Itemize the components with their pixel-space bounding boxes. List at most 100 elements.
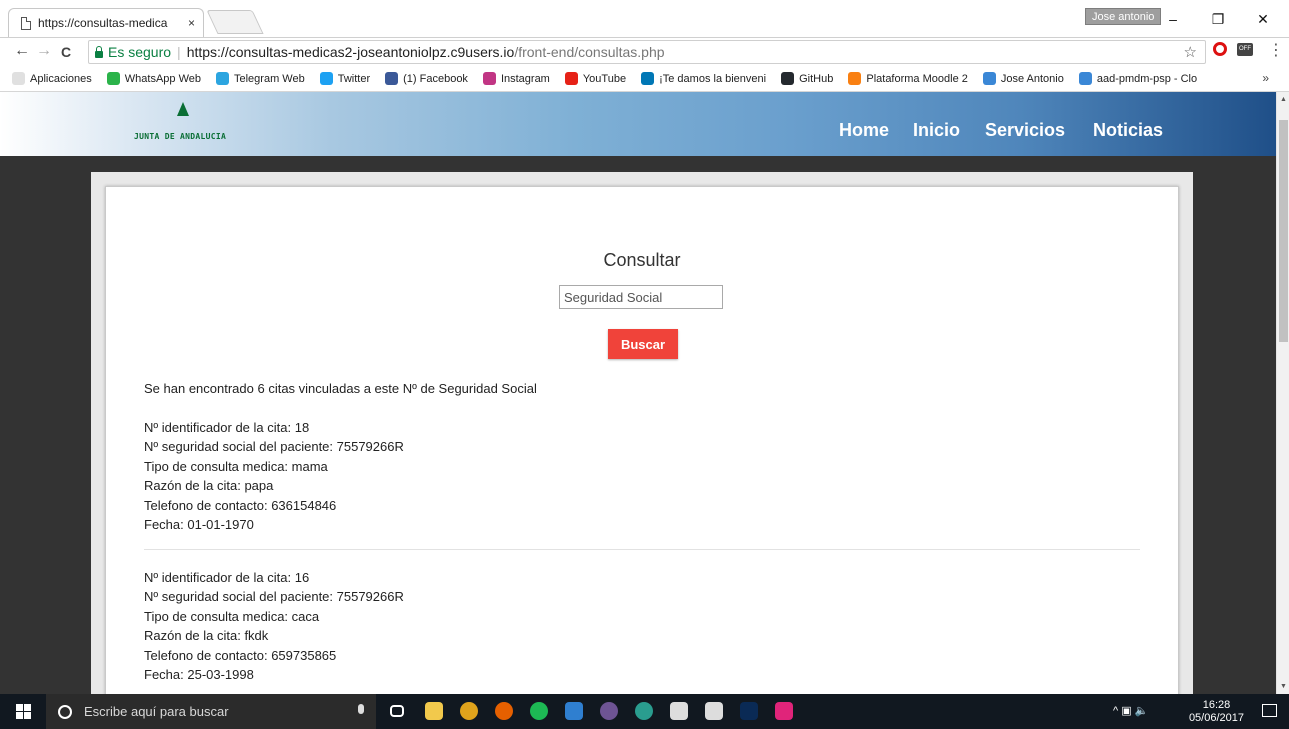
page-scrollbar[interactable]: ▲ ▼ — [1276, 92, 1289, 694]
bookmark-label: GitHub — [799, 72, 834, 85]
cita-fecha: Fecha: 25-03-1998 — [144, 667, 254, 682]
bookmark-item[interactable]: Aplicaciones — [12, 72, 92, 85]
bookmark-item[interactable]: (1) Facebook — [385, 72, 468, 85]
notifications-icon[interactable] — [1262, 704, 1277, 717]
bookmark-item[interactable]: Twitter — [319, 72, 371, 85]
system-tray-icons[interactable]: ^ ▣ 🔈 — [1113, 704, 1148, 717]
cita-telefono: Telefono de contacto: 636154846 — [144, 497, 337, 513]
cita-id: Nº identificador de la cita: 16 — [144, 569, 310, 585]
scroll-down-icon[interactable]: ▼ — [1280, 683, 1287, 690]
bookmark-label: WhatsApp Web — [124, 72, 201, 85]
cita-fecha: Fecha: 01-01-1970 — [144, 517, 254, 532]
close-window-button[interactable]: ✕ — [1240, 7, 1286, 31]
new-tab-button[interactable] — [206, 10, 264, 34]
bookmark-icon — [385, 72, 399, 85]
buscar-button[interactable]: Buscar — [608, 329, 678, 359]
page-viewport: JUNTA DE ANDALUCIA Home Inicio Servicios… — [0, 92, 1276, 694]
bookmark-item[interactable]: ¡Te damos la bienveni — [641, 72, 766, 85]
seguridad-social-input[interactable] — [559, 285, 723, 309]
bookmark-icon — [564, 72, 578, 85]
lock-icon — [95, 45, 103, 58]
bookmark-icon — [216, 72, 229, 85]
microphone-icon[interactable] — [358, 704, 364, 714]
bookmark-item[interactable]: WhatsApp Web — [106, 72, 201, 85]
wamp-icon[interactable] — [775, 702, 793, 720]
virtualbox-box-icon[interactable] — [565, 702, 583, 720]
github-desktop-icon[interactable] — [600, 702, 618, 720]
bookmark-label: aad-pmdm-psp - Clo — [1096, 72, 1198, 85]
bookmark-item[interactable]: YouTube — [564, 72, 626, 85]
maximize-button[interactable]: ❐ — [1195, 7, 1241, 31]
bookmark-label: Telegram Web — [234, 72, 305, 85]
forward-button[interactable]: → — [36, 42, 52, 60]
bookmark-icon — [641, 72, 655, 85]
bookmark-star-icon[interactable]: ☆ — [1184, 43, 1197, 61]
cita-item: Nº identificador de la cita: 16 Nº segur… — [144, 568, 1144, 685]
page-icon — [21, 16, 31, 30]
bookmark-item[interactable]: aad-pmdm-psp - Clo — [1078, 72, 1198, 85]
tab-close-icon[interactable]: × — [188, 16, 195, 30]
taskbar-clock[interactable]: 16:28 05/06/2017 — [1189, 699, 1244, 725]
bookmark-icon — [982, 72, 996, 85]
visual-studio-icon[interactable] — [670, 702, 688, 720]
bookmark-icon — [106, 72, 120, 85]
nav-noticias[interactable]: Noticias — [1093, 120, 1163, 141]
bookmark-item[interactable]: GitHub — [781, 72, 833, 85]
cita-id: Nº identificador de la cita: 18 — [144, 419, 310, 435]
minimize-button[interactable]: – — [1150, 7, 1196, 31]
windows-taskbar: Escribe aquí para buscar ^ ▣ 🔈 16:28 05/… — [0, 694, 1289, 729]
gitkraken-icon[interactable] — [635, 702, 653, 720]
extension-off-icon[interactable]: OFF — [1237, 43, 1253, 56]
bookmark-label: ¡Te damos la bienveni — [659, 72, 767, 85]
cita-tipo: Tipo de consulta medica: caca — [144, 608, 320, 624]
file-explorer-icon[interactable] — [425, 702, 443, 720]
cortana-icon — [58, 704, 72, 719]
content-card: Consultar Buscar Se han encontrado 6 cit… — [91, 172, 1193, 694]
secure-label[interactable]: Es seguro — [108, 44, 171, 60]
bookmark-label: Plataforma Moodle 2 — [866, 72, 968, 85]
cita-tipo: Tipo de consulta medica: mama — [144, 458, 328, 474]
spotify-icon[interactable] — [530, 702, 548, 720]
scrollbar-thumb[interactable] — [1279, 120, 1288, 342]
reload-button[interactable]: C — [61, 44, 71, 60]
clock-time: 16:28 — [1202, 699, 1231, 711]
bookmark-item[interactable]: Instagram — [482, 72, 550, 85]
bookmark-item[interactable]: Jose Antonio — [982, 72, 1064, 85]
nav-inicio[interactable]: Inicio — [913, 120, 960, 141]
bookmark-icon — [482, 72, 496, 85]
bookmark-label: Twitter — [337, 72, 371, 85]
taskbar-search[interactable]: Escribe aquí para buscar — [46, 694, 376, 729]
taskbar-search-placeholder: Escribe aquí para buscar — [84, 704, 229, 719]
clock-date: 05/06/2017 — [1188, 712, 1244, 724]
address-bar-row: ← → C Es seguro | https://consultas-medi… — [0, 37, 1289, 66]
bookmark-item[interactable]: Telegram Web — [216, 72, 305, 85]
omnibox[interactable]: Es seguro | https://consultas-medicas2-j… — [88, 40, 1206, 64]
photoshop-icon[interactable] — [740, 702, 758, 720]
browser-tab[interactable]: https://consultas-medica × — [8, 8, 204, 37]
opera-extension-icon[interactable] — [1213, 42, 1227, 56]
site-header: JUNTA DE ANDALUCIA Home Inicio Servicios… — [0, 92, 1276, 156]
bookmarks-more-icon[interactable]: » — [1262, 71, 1269, 85]
cita-ss: Nº seguridad social del paciente: 755792… — [144, 439, 404, 454]
firefox-icon[interactable] — [495, 702, 513, 720]
scroll-up-icon[interactable]: ▲ — [1280, 96, 1287, 103]
unity-icon[interactable] — [705, 702, 723, 720]
bookmark-item[interactable]: Plataforma Moodle 2 — [848, 72, 968, 85]
cita-razon: Razón de la cita: papa — [144, 478, 274, 493]
back-button[interactable]: ← — [14, 42, 30, 60]
task-view-icon[interactable] — [390, 705, 404, 717]
windows-start-icon[interactable] — [16, 704, 31, 719]
browser-tab-strip: https://consultas-medica × Jose antonio … — [0, 0, 1289, 37]
chrome-icon[interactable] — [460, 702, 478, 720]
bookmarks-bar: Aplicaciones WhatsApp Web Telegram Web Twit… — [0, 66, 1289, 92]
chrome-menu-icon[interactable]: ⋮ — [1268, 40, 1284, 60]
bookmark-icon — [319, 72, 333, 85]
cita-item: Nº identificador de la cita: 18 Nº segur… — [144, 418, 1144, 535]
results-list: Se han encontrado 6 citas vinculadas a e… — [144, 379, 1144, 685]
url-separator: | — [177, 44, 181, 60]
page-title: Consultar — [603, 250, 681, 270]
bookmark-icon — [1078, 72, 1092, 85]
nav-servicios[interactable]: Servicios — [985, 120, 1065, 141]
nav-home[interactable]: Home — [839, 120, 889, 141]
bookmark-label: Aplicaciones — [30, 72, 92, 85]
